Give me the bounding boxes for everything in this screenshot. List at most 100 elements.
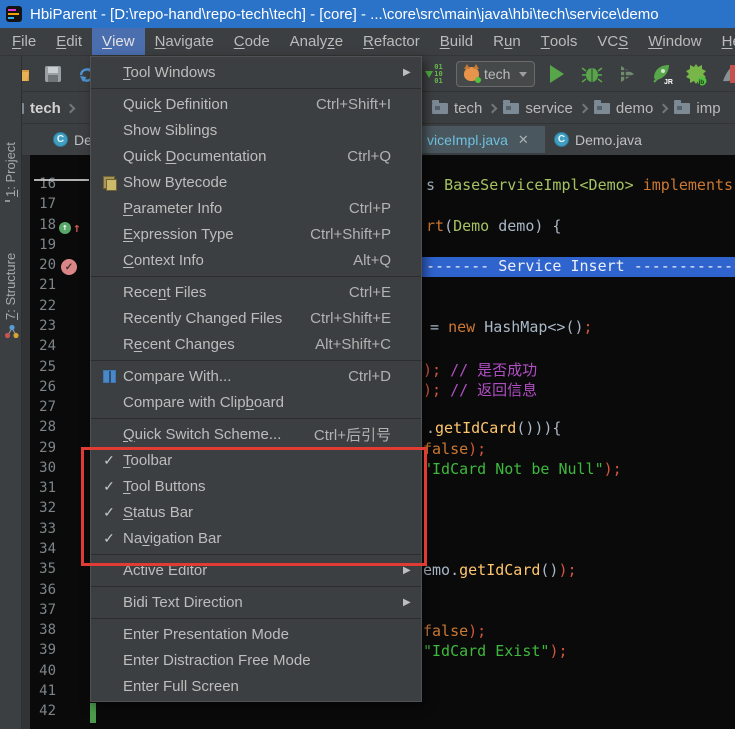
jrebel-run-button[interactable]: JR (649, 60, 675, 88)
menu-item-label: Quick Definition (123, 95, 229, 113)
chevron-right-icon (578, 103, 589, 113)
breadcrumb-label: tech (454, 99, 483, 117)
folder-icon (674, 99, 691, 114)
menu-item-label: Show Bytecode (123, 173, 228, 191)
line-number: 18 (39, 216, 56, 233)
debug-button[interactable] (579, 60, 605, 88)
menubar-item-help[interactable]: Help (712, 28, 735, 55)
menubar-item-vcs[interactable]: VC S (587, 28, 638, 55)
line-number: 29 (39, 439, 56, 456)
save-all-button[interactable] (40, 60, 66, 88)
menu-item-bidi-text-direction[interactable]: Bidi Text Direction ▶ (91, 589, 421, 615)
menu-item-compare-with[interactable]: Compare With... Ctrl+D (91, 363, 421, 389)
breadcrumb-item-imp[interactable]: imp (674, 99, 721, 117)
menu-item-label: Enter Distraction Free Mode (123, 651, 311, 669)
menu-item-shortcut: Ctrl+Q (347, 147, 391, 165)
menu-item-tool-windows[interactable]: Tool Windows ▶ (91, 59, 421, 85)
editor-tab-demo-java[interactable]: C Demo.java (545, 126, 657, 153)
menu-item-quick-switch-scheme[interactable]: Quick Switch Scheme... Ctrl+后引号 (91, 421, 421, 447)
menubar-item-file[interactable]: File (2, 28, 46, 55)
stop-button[interactable] (730, 65, 735, 83)
tab-label: Demo.java (575, 131, 642, 148)
close-icon[interactable]: ✕ (518, 132, 529, 148)
menu-separator (91, 273, 421, 279)
menu-item-shortcut: Alt+Shift+C (315, 335, 391, 353)
menu-item-show-bytecode[interactable]: Show Bytecode (91, 169, 421, 195)
breadcrumb-item-service[interactable]: service (503, 99, 573, 117)
editor-tab-viceimpl-java[interactable]: viceImpl.java ✕ (418, 126, 545, 153)
menu-item-enter-full-screen[interactable]: Enter Full Screen (91, 673, 421, 699)
folder-icon (432, 99, 448, 114)
menu-item-label: Enter Full Screen (123, 677, 239, 695)
code-line: rt(Demo demo) { (426, 216, 562, 235)
menu-item-compare-with-clipboard[interactable]: Compare with Clipboard (91, 389, 421, 415)
menu-separator (91, 357, 421, 363)
menubar-item-tools[interactable]: Tools (531, 28, 588, 55)
menubar-item-navigate[interactable]: Navigate (145, 28, 224, 55)
menu-separator (91, 85, 421, 91)
line-number: 17 (39, 196, 56, 213)
line-number: 32 (39, 500, 56, 517)
update-binary-button[interactable]: 01 10 01 (421, 60, 447, 88)
line-number: 40 (39, 662, 56, 679)
menu-item-quick-definition[interactable]: Quick Definition Ctrl+Shift+I (91, 91, 421, 117)
breadcrumb-label: service (525, 99, 573, 117)
menu-item-show-siblings[interactable]: Show Siblings (91, 117, 421, 143)
line-number: 27 (39, 399, 56, 416)
menu-item-recent-changes[interactable]: Recent Changes Alt+Shift+C (91, 331, 421, 357)
line-number: 41 (39, 683, 56, 699)
annotation-rectangle (81, 447, 427, 566)
menubar-item-code[interactable]: Code (224, 28, 280, 55)
line-number: 28 (39, 419, 56, 436)
pinned-check-icon[interactable]: ✓ (61, 259, 77, 276)
menubar-item-edit[interactable]: Edit (46, 28, 92, 55)
jrebel-debug-button[interactable]: jb (684, 60, 710, 88)
breadcrumb: tech service demo imp (432, 92, 721, 124)
menu-item-context-info[interactable]: Context Info Alt+Q (91, 247, 421, 273)
override-marker-icon[interactable]: ↑ ↑ (59, 221, 81, 236)
menu-item-enter-presentation-mode[interactable]: Enter Presentation Mode (91, 621, 421, 647)
binary-download-icon: 01 10 01 (425, 63, 443, 85)
line-number: 25 (39, 358, 56, 375)
menu-item-label: Compare with Clipboard (123, 393, 284, 411)
tool-window-button-7-structure[interactable]: 7: Structure (3, 253, 18, 320)
svg-text:JR: JR (664, 79, 673, 86)
menubar-item-refactor[interactable]: Refactor (353, 28, 430, 55)
coverage-icon (619, 66, 636, 82)
menu-item-quick-documentation[interactable]: Quick Documentation Ctrl+Q (91, 143, 421, 169)
menu-item-parameter-info[interactable]: Parameter Info Ctrl+P (91, 195, 421, 221)
menubar-item-analyze[interactable]: Analy z e (280, 28, 353, 55)
tab-label: viceImpl.java (427, 131, 508, 148)
line-number: 37 (39, 601, 56, 618)
breadcrumb-item-tech[interactable]: tech (432, 99, 483, 117)
run-configuration-selector[interactable]: tech (456, 61, 536, 87)
line-number: 34 (39, 541, 56, 558)
window-title: HbiParent - [D:\repo-hand\repo-tech\tech… (30, 5, 659, 23)
editor-top-edge-line (34, 179, 89, 181)
menubar-item-run[interactable]: Run (483, 28, 531, 55)
menu-item-expression-type[interactable]: Expression Type Ctrl+Shift+P (91, 221, 421, 247)
menu-item-recent-files[interactable]: Recent Files Ctrl+E (91, 279, 421, 305)
view-menu-popup: Tool Windows ▶ Quick Definition Ctrl+Shift+… (90, 56, 422, 702)
menu-item-enter-distraction-free-mode[interactable]: Enter Distraction Free Mode (91, 647, 421, 673)
ide-window: HbiParent - [D:\repo-hand\repo-tech\tech… (0, 0, 735, 729)
run-with-coverage-button[interactable] (614, 60, 640, 88)
tool-window-button-1-project[interactable]: 1: Project (3, 142, 18, 197)
line-number: 22 (39, 297, 56, 314)
left-tool-stripe: 1: Project 7: Structure (0, 56, 22, 729)
line-number: 21 (39, 277, 56, 294)
menubar-item-view[interactable]: View (92, 28, 145, 55)
menu-item-shortcut: Ctrl+E (348, 283, 391, 301)
svg-text:jb: jb (698, 79, 705, 86)
menubar-item-build[interactable]: Build (430, 28, 483, 55)
menubar-item-window[interactable]: Window (638, 28, 711, 55)
menu-item-label: Recent Files (123, 283, 207, 301)
line-number: 38 (39, 622, 56, 639)
structure-icon (4, 324, 19, 344)
breadcrumb-item-demo[interactable]: demo (593, 99, 654, 117)
code-line: "IdCard Exist"); (423, 642, 568, 661)
menu-item-recently-changed-files[interactable]: Recently Changed Files Ctrl+Shift+E (91, 305, 421, 331)
breadcrumb-label: demo (615, 99, 654, 117)
line-number: 23 (39, 317, 56, 334)
run-button[interactable] (544, 60, 570, 88)
